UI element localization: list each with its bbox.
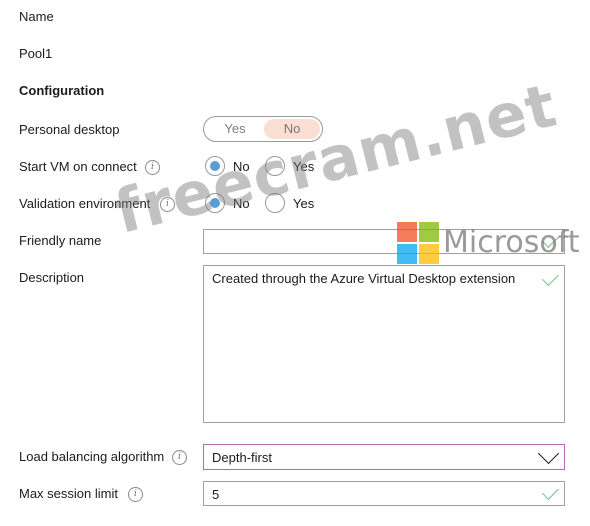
chevron-down-icon	[537, 442, 560, 465]
load-balancing-value: Depth-first	[212, 450, 272, 465]
description-label: Description	[19, 270, 85, 285]
description-textarea[interactable]: Created through the Azure Virtual Deskto…	[203, 265, 565, 423]
max-session-info-icon[interactable]: i	[128, 487, 143, 502]
microsoft-brand-text: Microsoft	[443, 225, 580, 260]
max-session-label: Max session limit	[19, 486, 118, 501]
name-value: Pool1	[19, 46, 53, 61]
section-title-configuration: Configuration	[19, 83, 105, 98]
max-session-value: 5	[212, 487, 220, 502]
load-balancing-dropdown[interactable]: Depth-first	[203, 442, 565, 470]
description-value: Created through the Azure Virtual Deskto…	[212, 271, 516, 286]
toggle-option-yes[interactable]: Yes	[206, 119, 264, 139]
microsoft-logo-icon	[397, 222, 439, 264]
load-balancing-info-icon[interactable]: i	[172, 450, 187, 465]
personal-desktop-label: Personal desktop	[19, 122, 120, 137]
description-valid-check-icon	[542, 269, 559, 286]
name-label: Name	[19, 9, 54, 24]
friendly-name-label: Friendly name	[19, 233, 102, 248]
start-vm-label: Start VM on connect	[19, 159, 137, 174]
load-balancing-label: Load balancing algorithm	[19, 449, 165, 464]
max-session-valid-check-icon	[542, 483, 559, 500]
max-session-input[interactable]: 5	[203, 481, 565, 506]
watermark-text: freecram.net	[108, 70, 564, 248]
